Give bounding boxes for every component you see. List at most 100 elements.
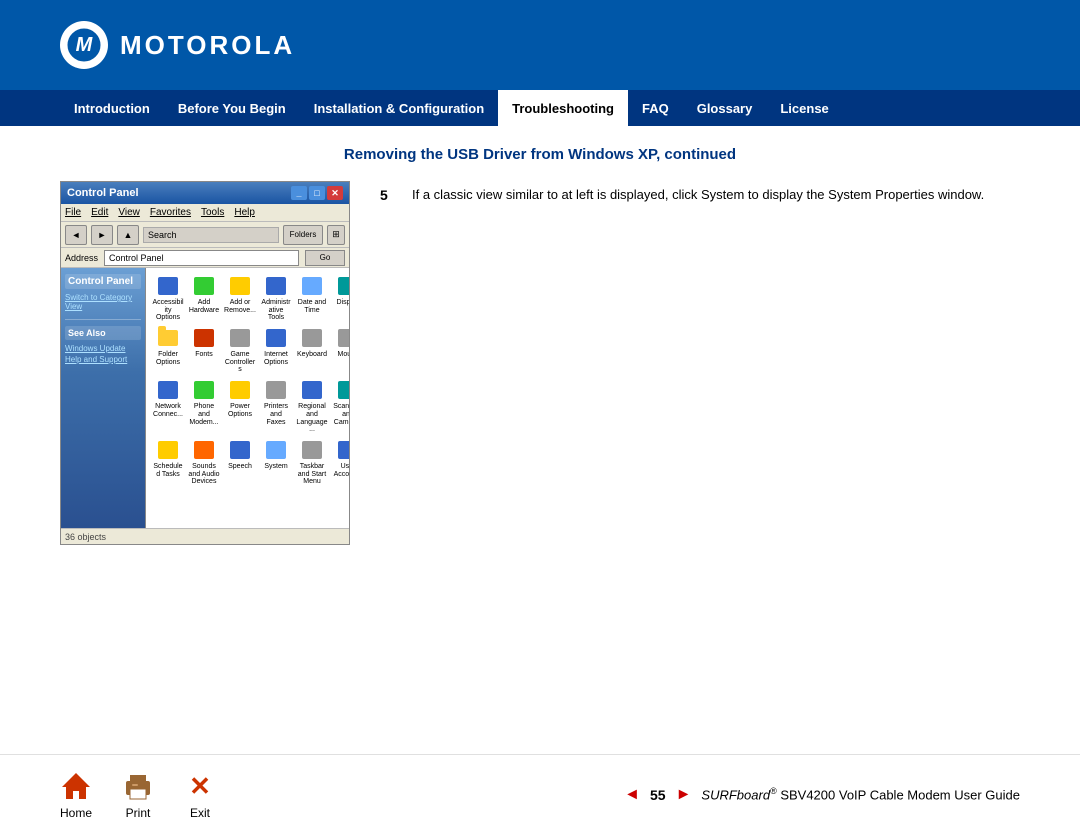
icon-speech[interactable]: Speech xyxy=(224,438,256,486)
motorola-m-icon: M xyxy=(66,27,102,63)
exit-icon: ✕ xyxy=(184,770,216,802)
exit-nav-item[interactable]: ✕ Exit xyxy=(184,770,216,820)
x-icon: ✕ xyxy=(189,773,211,799)
nav-installation[interactable]: Installation & Configuration xyxy=(300,90,498,126)
brand-name: MOTOROLA xyxy=(120,30,295,61)
icon-folder-options[interactable]: Folder Options xyxy=(152,326,184,374)
accessibility-icon xyxy=(156,274,180,298)
content-area: Removing the USB Driver from Windows XP,… xyxy=(0,126,1080,754)
footer-right: ◄ 55 ► SURFboard® SBV4200 VoIP Cable Mod… xyxy=(624,786,1020,804)
nav-before-you-begin[interactable]: Before You Begin xyxy=(164,90,300,126)
add-remove-icon xyxy=(228,274,252,298)
nav-introduction[interactable]: Introduction xyxy=(60,90,164,126)
win-maximize-btn[interactable]: □ xyxy=(309,186,325,200)
nav-faq[interactable]: FAQ xyxy=(628,90,683,126)
home-nav-item[interactable]: Home xyxy=(60,770,92,820)
address-input[interactable]: Control Panel xyxy=(104,250,299,266)
internet-options-icon xyxy=(264,326,288,350)
menu-edit[interactable]: Edit xyxy=(91,207,108,218)
icon-game-controllers[interactable]: Game Controllers xyxy=(224,326,256,374)
win-menubar: File Edit View Favorites Tools Help xyxy=(61,204,349,222)
printers-icon xyxy=(264,378,288,402)
menu-view[interactable]: View xyxy=(118,207,140,218)
network-icon xyxy=(156,378,180,402)
icon-sounds[interactable]: Sounds and Audio Devices xyxy=(188,438,220,486)
page-number: 55 xyxy=(650,787,666,803)
icon-system[interactable]: System xyxy=(260,438,292,486)
icon-add-remove[interactable]: Add or Remove... xyxy=(224,274,256,322)
forward-btn[interactable]: ► xyxy=(91,225,113,245)
mouse-icon xyxy=(336,326,349,350)
icon-network[interactable]: Network Connec... xyxy=(152,378,184,434)
icon-mouse[interactable]: Mouse xyxy=(332,326,349,374)
win-toolbar: ◄ ► ▲ Search Folders ⊞ xyxy=(61,222,349,248)
win-icons-area: Accessibility Options Add Hardware xyxy=(146,268,349,528)
nav-glossary[interactable]: Glossary xyxy=(683,90,767,126)
sidebar-divider xyxy=(65,319,141,320)
screenshot-container: Control Panel _ □ ✕ File Edit View Favor… xyxy=(60,181,350,545)
printer-svg xyxy=(122,771,154,801)
fonts-icon xyxy=(192,326,216,350)
sidebar-section-main: Control Panel Switch to Category View xyxy=(65,274,141,311)
icon-scanners[interactable]: Scanners and Cameras xyxy=(332,378,349,434)
win-body: Control Panel Switch to Category View Se… xyxy=(61,268,349,528)
icon-internet-options[interactable]: Internet Options xyxy=(260,326,292,374)
help-support-link[interactable]: Help and Support xyxy=(65,355,141,364)
win-close-btn[interactable]: ✕ xyxy=(327,186,343,200)
icon-taskbar[interactable]: Taskbar and Start Menu xyxy=(296,438,328,486)
sidebar-see-also: See Also Windows Update Help and Support xyxy=(65,326,141,364)
menu-favorites[interactable]: Favorites xyxy=(150,207,191,218)
print-nav-item[interactable]: Print xyxy=(122,770,154,820)
nav-license[interactable]: License xyxy=(766,90,842,126)
next-page-arrow[interactable]: ► xyxy=(676,786,692,804)
icon-admin-tools[interactable]: Administrative Tools xyxy=(260,274,292,322)
exit-label: Exit xyxy=(190,806,210,820)
search-box[interactable]: Search xyxy=(143,227,279,243)
windows-update-link[interactable]: Windows Update xyxy=(65,344,141,353)
icon-add-hardware[interactable]: Add Hardware xyxy=(188,274,220,322)
svg-text:M: M xyxy=(76,34,94,56)
icon-accessibility[interactable]: Accessibility Options xyxy=(152,274,184,322)
folders-btn[interactable]: Folders xyxy=(283,225,323,245)
win-address-bar: Address Control Panel Go xyxy=(61,248,349,268)
switch-view-link[interactable]: Switch to Category View xyxy=(65,293,141,311)
menu-file[interactable]: File xyxy=(65,207,81,218)
menu-help[interactable]: Help xyxy=(234,207,255,218)
views-btn[interactable]: ⊞ xyxy=(327,225,345,245)
step-row: 5 If a classic view similar to at left i… xyxy=(380,185,1020,205)
power-icon xyxy=(228,378,252,402)
main-content: Control Panel _ □ ✕ File Edit View Favor… xyxy=(60,181,1020,545)
icon-scheduled-tasks[interactable]: Scheduled Tasks xyxy=(152,438,184,486)
page-container: M MOTOROLA Introduction Before You Begin… xyxy=(0,0,1080,834)
folder-options-icon xyxy=(156,326,180,350)
prev-page-arrow[interactable]: ◄ xyxy=(624,786,640,804)
page-title: Removing the USB Driver from Windows XP,… xyxy=(60,146,1020,163)
header-bar: M MOTOROLA xyxy=(0,0,1080,90)
icon-regional[interactable]: Regional and Language... xyxy=(296,378,328,434)
regional-icon xyxy=(300,378,324,402)
icon-printers[interactable]: Printers and Faxes xyxy=(260,378,292,434)
menu-tools[interactable]: Tools xyxy=(201,207,224,218)
keyboard-icon xyxy=(300,326,324,350)
icon-user-accounts[interactable]: User Accounts xyxy=(332,438,349,486)
footer: Home Print ✕ Exit xyxy=(0,754,1080,834)
icon-date-time[interactable]: Date and Time xyxy=(296,274,328,322)
up-btn[interactable]: ▲ xyxy=(117,225,139,245)
step-text: If a classic view similar to at left is … xyxy=(412,185,984,205)
nav-bar: Introduction Before You Begin Installati… xyxy=(0,90,1080,126)
icon-display[interactable]: Display xyxy=(332,274,349,322)
icon-fonts[interactable]: Fonts xyxy=(188,326,220,374)
icon-keyboard[interactable]: Keyboard xyxy=(296,326,328,374)
doc-title: SURFboard® SBV4200 VoIP Cable Modem User… xyxy=(701,786,1020,802)
back-btn[interactable]: ◄ xyxy=(65,225,87,245)
sounds-icon xyxy=(192,438,216,462)
icon-phone-modem[interactable]: Phone and Modem... xyxy=(188,378,220,434)
win-minimize-btn[interactable]: _ xyxy=(291,186,307,200)
speech-icon xyxy=(228,438,252,462)
date-time-icon xyxy=(300,274,324,298)
go-btn[interactable]: Go xyxy=(305,250,345,266)
nav-troubleshooting[interactable]: Troubleshooting xyxy=(498,90,628,126)
display-icon xyxy=(336,274,349,298)
taskbar-icon xyxy=(300,438,324,462)
icon-power[interactable]: Power Options xyxy=(224,378,256,434)
